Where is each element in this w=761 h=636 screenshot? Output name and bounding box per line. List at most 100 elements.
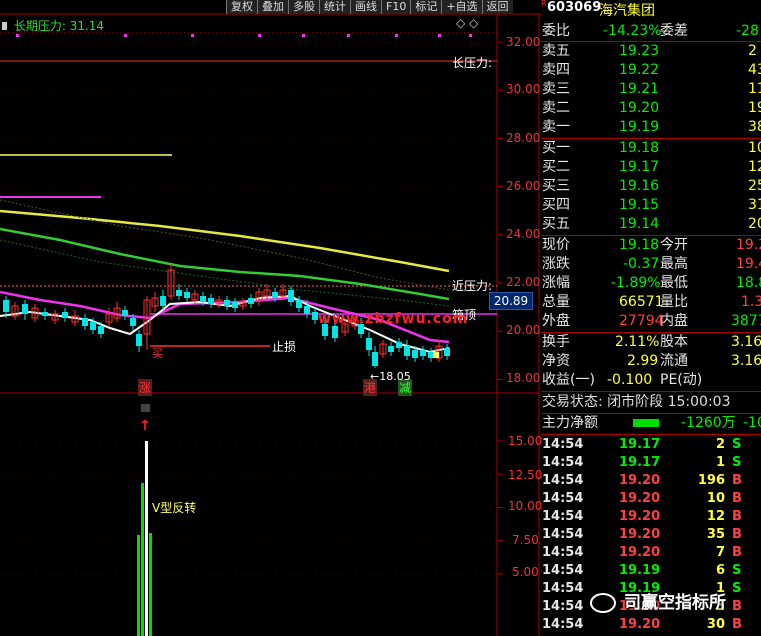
candle-down <box>90 322 96 330</box>
stat-row-price: 现价 19.18今开 19.2 <box>541 236 761 255</box>
stat-value: 27794 <box>619 313 664 329</box>
stat-row-volume: 总量 66571 量比 1.3 <box>541 293 761 312</box>
candle-down <box>3 300 9 312</box>
site-watermark: www.zbzfwu.com <box>318 311 469 327</box>
sell-row-3[interactable]: 卖三 19.21 11 <box>541 80 761 99</box>
stat-label: 现价 <box>542 237 570 253</box>
label-low: ←18.05 <box>370 370 411 383</box>
ma-yellow-shadow <box>0 199 450 291</box>
label-zhang: 涨 <box>138 379 153 396</box>
toolbar-tongji[interactable]: 统计 <box>319 0 350 14</box>
sell-row-4[interactable]: 卖四 19.22 43 <box>541 61 761 80</box>
sell-row-2[interactable]: 卖二 19.20 19 <box>541 99 761 118</box>
toolbar-f10[interactable]: F10 <box>381 0 411 14</box>
stat-value: 2.11% <box>615 334 660 350</box>
netflow-value: -1260万 <box>681 415 736 431</box>
ma-green-shadow <box>0 239 450 307</box>
toolbar-huaxian[interactable]: 画线 <box>350 0 381 14</box>
stock-header: R 603069 海汽集团 <box>541 0 761 19</box>
volume-label: 5.00 <box>512 565 539 579</box>
weibi-value: -14.23% <box>603 23 662 39</box>
sell-label: 卖二 <box>542 100 570 116</box>
buy-vol: 25 <box>748 178 761 194</box>
stat-label: 流通 <box>660 353 688 369</box>
buy-price: 19.15 <box>619 197 660 213</box>
sell-row-5[interactable]: 卖五 19.23 2 <box>541 42 761 61</box>
stock-name: 海汽集团 <box>599 3 655 19</box>
sell-row-1[interactable]: 卖一 19.19 38 <box>541 118 761 137</box>
tick-direction: B <box>732 509 742 524</box>
tick-time: 14:54 <box>542 455 584 470</box>
stat-label: 换手 <box>542 334 570 350</box>
sell-vol: 43 <box>748 62 761 78</box>
price-label: 28.00 <box>506 131 541 145</box>
toolbar-duogu[interactable]: 多股 <box>288 0 319 14</box>
sell-label: 卖一 <box>542 119 570 135</box>
stat-value: 2.99 <box>627 353 659 369</box>
stat-label: 外盘 <box>542 313 570 329</box>
candle-down <box>122 310 128 316</box>
volume-bar <box>137 535 140 636</box>
toolbar-zixuan[interactable]: +自选 <box>441 0 482 14</box>
tick-time: 14:54 <box>542 527 584 542</box>
buy-row-5[interactable]: 买五 19.14 20 <box>541 215 761 234</box>
top-markers <box>16 34 472 37</box>
tick-row: 14:54 19.17 1 S <box>541 454 761 472</box>
tick-volume: 35 <box>706 527 725 542</box>
price-label: 22.00 <box>506 275 541 289</box>
stat2-row-eps: 收益(一) -0.100 PE(动) <box>541 371 761 390</box>
stat-label: 量比 <box>660 294 688 310</box>
diamond-icons[interactable]: ◇ ◇ <box>456 16 478 30</box>
buy-vol: 31 <box>748 197 761 213</box>
toolbar-diejia[interactable]: 叠加 <box>257 0 288 14</box>
stat-value: 19.4 <box>736 256 761 272</box>
label-buy: 买 <box>152 347 163 360</box>
tick-volume: 7 <box>715 545 725 560</box>
tick-time: 14:54 <box>542 437 584 452</box>
tick-price: 19.20 <box>619 473 661 488</box>
tick-price: 19.17 <box>619 437 661 452</box>
stat-value: 3.16 <box>731 353 761 369</box>
volume-label: 12.50 <box>508 468 543 482</box>
stat-value: 3.16 <box>731 334 761 350</box>
brand-text: 司赢空指标所 <box>624 593 726 613</box>
candle-down <box>82 318 88 326</box>
red-arrow: ↑ <box>139 418 151 434</box>
tick-price: 19.20 <box>619 509 661 524</box>
sell-label: 卖四 <box>542 62 570 78</box>
sell-price: 19.19 <box>619 119 660 135</box>
buy-row-3[interactable]: 买三 19.16 25 <box>541 177 761 196</box>
candle-down <box>296 300 302 308</box>
stat-row-outer: 外盘 27794内盘 3877 <box>541 312 761 331</box>
candle-down <box>272 292 278 298</box>
toolbar-biaoji[interactable]: 标记 <box>410 0 442 14</box>
buy-row-2[interactable]: 买二 19.17 12 <box>541 158 761 177</box>
stat-label: 内盘 <box>660 313 688 329</box>
stat-value: 1.3 <box>741 294 761 310</box>
stat-row-change: 涨跌 -0.37最高 19.4 <box>541 255 761 274</box>
candle-down <box>372 352 378 366</box>
stat2-row-turnover: 换手 2.11% 股本 3.16 <box>541 333 761 352</box>
tick-price: 19.20 <box>619 527 661 542</box>
candle-down <box>332 326 338 338</box>
quote-panel: R 603069 海汽集团 委比 -14.23% 委差 -28 卖五 19.23 2… <box>541 0 761 636</box>
candle-down <box>304 306 310 314</box>
volume-bars <box>137 441 152 636</box>
netflow-row: 主力净额 -1260万 -10 <box>541 414 761 433</box>
candle-down <box>388 346 394 352</box>
tick-row: 14:54 19.20 12 B <box>541 508 761 526</box>
weibi-label: 委比 <box>542 23 570 39</box>
buy-row-1[interactable]: 买一 19.18 10 <box>541 139 761 158</box>
buy-row-4[interactable]: 买四 19.15 31 <box>541 196 761 215</box>
stat-value: -1.89% <box>611 275 661 291</box>
toolbar-fuquan[interactable]: 复权 <box>226 0 257 14</box>
stock-code: 603069 <box>547 0 602 15</box>
price-label: 32.00 <box>506 35 541 49</box>
candle-down <box>176 290 182 296</box>
ma-green <box>0 227 450 301</box>
candle-down <box>444 348 450 356</box>
toolbar-fanhui[interactable]: 返回 <box>481 0 513 14</box>
tick-volume: 30 <box>706 617 725 632</box>
stat-label: PE(动) <box>660 372 703 388</box>
label-long-pressure: 长压力: <box>452 56 493 70</box>
